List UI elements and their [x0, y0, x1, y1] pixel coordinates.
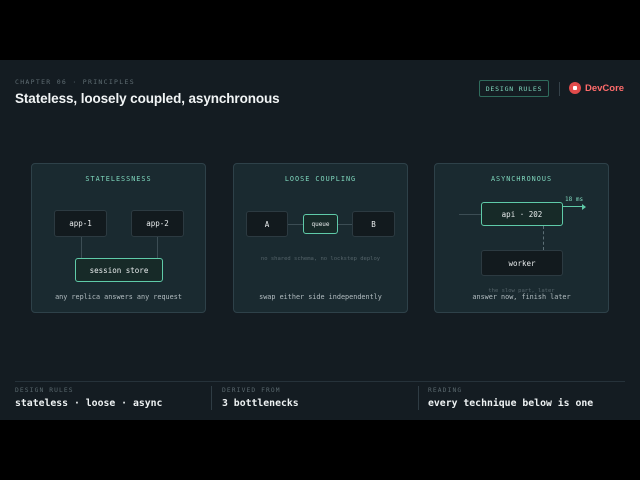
design-rules-badge: DESIGN RULES [479, 80, 549, 97]
connector-line [288, 224, 304, 225]
card-title: STATELESSNESS [85, 175, 152, 183]
footer-reading: READING every technique below is one [428, 387, 593, 409]
node-session-store: session store [75, 258, 163, 282]
connector-line [81, 236, 82, 258]
footer-label: DERIVED FROM [222, 387, 281, 394]
footer-separator [211, 386, 212, 410]
connector-line [157, 236, 158, 258]
footer-derived-from: DERIVED FROM 3 bottlenecks [222, 387, 299, 409]
brand: DevCore [569, 82, 624, 94]
node-app-2: app-2 [131, 210, 184, 237]
slide: CHAPTER 06 · PRINCIPLES Stateless, loose… [0, 60, 640, 420]
response-arrow-line [563, 206, 583, 207]
devcore-logo-icon [569, 82, 581, 94]
node-api: api · 202 [481, 202, 563, 226]
chapter-kicker: CHAPTER 06 · PRINCIPLES [15, 78, 135, 86]
connector-line [338, 224, 352, 225]
dashed-connector [543, 226, 544, 250]
footer-divider [15, 381, 625, 382]
footer-separator [418, 386, 419, 410]
card-statelessness: STATELESSNESS app-1 app-2 session store … [31, 163, 206, 313]
card-asynchronous: ASYNCHRONOUS 18 ms api · 202 worker the … [434, 163, 609, 313]
card-caption: any replica answers any request [55, 293, 182, 301]
node-a: A [246, 211, 288, 237]
node-queue: queue [303, 214, 338, 234]
footer-value: every technique below is one [428, 398, 594, 409]
node-worker: worker [481, 250, 563, 276]
slide-title: Stateless, loosely coupled, asynchronous [15, 91, 280, 106]
card-caption: swap either side independently [259, 293, 382, 301]
latency-label: 18 ms [565, 196, 584, 203]
footer-value: stateless · loose · async [15, 398, 163, 409]
header-divider [559, 82, 560, 96]
card-title: ASYNCHRONOUS [490, 175, 553, 183]
footer-label: READING [428, 387, 463, 394]
footer-value: 3 bottlenecks [222, 398, 299, 409]
card-note: no shared schema, no lockstep deploy [260, 256, 381, 262]
card-caption: answer now, finish later [472, 293, 571, 301]
card-loose-coupling: LOOSE COUPLING A queue B no shared schem… [233, 163, 408, 313]
brand-name: DevCore [585, 82, 625, 94]
node-b: B [352, 211, 395, 237]
incoming-arrow-line [459, 214, 481, 215]
footer-design-rules: DESIGN RULES stateless · loose · async [15, 387, 162, 409]
arrowhead-icon [582, 203, 586, 210]
footer-label: DESIGN RULES [15, 387, 74, 394]
card-title: LOOSE COUPLING [284, 175, 357, 183]
node-app-1: app-1 [54, 210, 107, 237]
